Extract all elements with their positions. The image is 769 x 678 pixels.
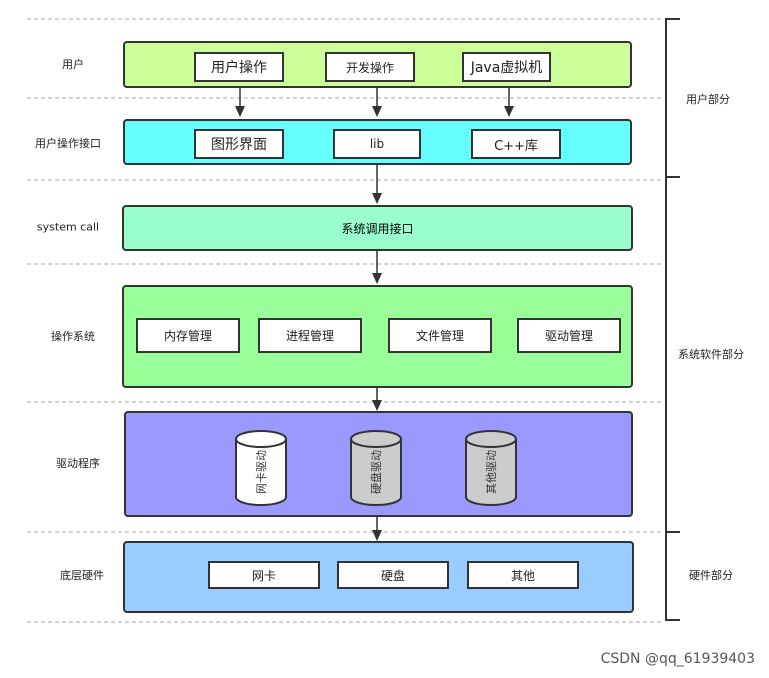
label-os: 操作系统 — [51, 330, 95, 343]
os-architecture-diagram: 用户 用户操作接口 system call 操作系统 驱动程序 底层硬件 用户部… — [0, 0, 769, 678]
section-user: 用户部分 — [686, 93, 730, 106]
disk-driver-cylinder: 硬盘驱动 — [350, 430, 402, 506]
jvm-box: Java虚拟机 — [462, 52, 551, 82]
watermark: CSDN @qq_61939403 — [600, 651, 755, 667]
user-operation-box: 用户操作 — [194, 52, 284, 82]
label-drivers: 驱动程序 — [56, 457, 100, 470]
label-system-call: system call — [36, 220, 100, 234]
cpp-lib-box: C++库 — [471, 129, 561, 159]
syscall-layer: 系统调用接口 — [122, 205, 633, 251]
section-brackets — [665, 18, 680, 621]
label-user-interface: 用户操作接口 — [35, 137, 101, 150]
nic-box: 网卡 — [208, 561, 320, 589]
nic-driver-cylinder: 网卡驱动 — [235, 430, 287, 506]
disk-box: 硬盘 — [337, 561, 449, 589]
label-hardware: 底层硬件 — [60, 569, 104, 582]
other-driver-cylinder: 其他驱动 — [465, 430, 517, 506]
gui-box: 图形界面 — [194, 129, 284, 159]
lib-box: lib — [333, 129, 421, 159]
section-system-software: 系统软件部分 — [678, 348, 744, 361]
process-management-box: 进程管理 — [258, 318, 362, 353]
other-hardware-box: 其他 — [467, 561, 579, 589]
nic-driver-label: 网卡驱动 — [255, 449, 268, 494]
dev-operation-box: 开发操作 — [325, 52, 415, 82]
label-user: 用户 — [62, 58, 84, 71]
other-driver-label: 其他驱动 — [485, 449, 498, 494]
driver-management-box: 驱动管理 — [517, 318, 621, 353]
disk-driver-label: 硬盘驱动 — [370, 449, 383, 494]
section-hardware: 硬件部分 — [689, 569, 733, 582]
memory-management-box: 内存管理 — [136, 318, 240, 353]
file-management-box: 文件管理 — [388, 318, 492, 353]
